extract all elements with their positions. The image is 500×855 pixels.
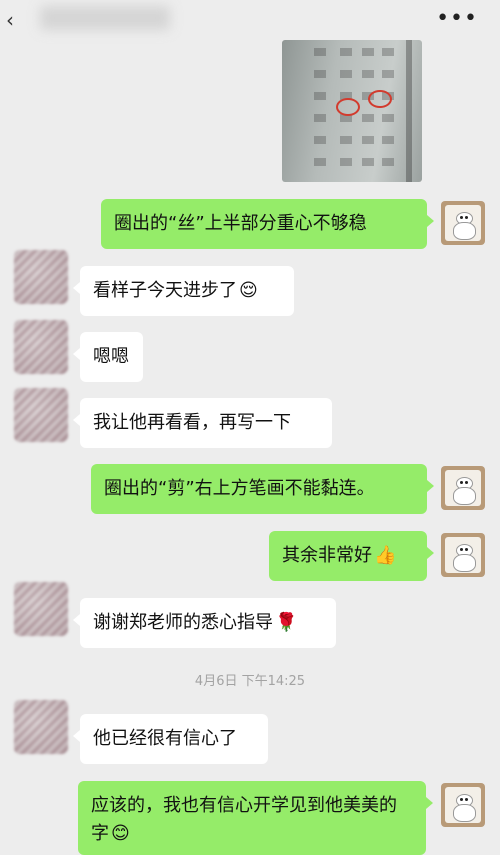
my-avatar[interactable] bbox=[441, 201, 485, 245]
rose-emoji: 🌹 bbox=[275, 612, 298, 633]
message-text: 圈出的“剪”右上方笔画不能黏连。 bbox=[104, 478, 375, 499]
message-text: 圈出的“丝”上半部分重心不够稳 bbox=[114, 213, 367, 234]
my-avatar[interactable] bbox=[441, 783, 485, 827]
message-bubble-received[interactable]: 他已经很有信心了 bbox=[73, 714, 268, 764]
relieved-face-emoji: 😌 bbox=[239, 280, 258, 301]
back-icon[interactable]: ‹ bbox=[6, 8, 14, 32]
message-text: 嗯嗯 bbox=[93, 346, 129, 367]
message-bubble-received[interactable]: 我让他再看看，再写一下 bbox=[73, 398, 332, 448]
contact-avatar[interactable] bbox=[14, 320, 68, 374]
my-avatar[interactable] bbox=[441, 466, 485, 510]
contact-avatar[interactable] bbox=[14, 388, 68, 442]
message-text: 他已经很有信心了 bbox=[93, 728, 237, 749]
message-bubble-received[interactable]: 嗯嗯 bbox=[73, 332, 143, 382]
red-circle-mark bbox=[368, 90, 392, 108]
contact-avatar[interactable] bbox=[14, 250, 68, 304]
message-bubble-sent[interactable]: 应该的，我也有信心开学见到他美美的字 😊 bbox=[78, 781, 433, 855]
message-text: 看样子今天进步了 bbox=[93, 280, 237, 301]
message-text: 谢谢郑老师的悉心指导 bbox=[93, 612, 273, 633]
contact-avatar[interactable] bbox=[14, 700, 68, 754]
red-circle-mark bbox=[336, 98, 360, 116]
image-message[interactable] bbox=[282, 40, 422, 182]
contact-avatar[interactable] bbox=[14, 582, 68, 636]
message-bubble-sent[interactable]: 圈出的“剪”右上方笔画不能黏连。 bbox=[91, 464, 434, 514]
chat-header: ‹ ••• bbox=[0, 0, 500, 38]
message-text: 其余非常好 bbox=[282, 545, 372, 566]
message-timestamp: 4月6日 下午14:25 bbox=[194, 674, 306, 689]
message-bubble-received[interactable]: 谢谢郑老师的悉心指导 🌹 bbox=[73, 598, 336, 648]
message-text: 我让他再看看，再写一下 bbox=[93, 412, 291, 433]
message-bubble-sent[interactable]: 圈出的“丝”上半部分重心不够稳 bbox=[101, 199, 434, 249]
message-text: 应该的，我也有信心开学见到他美美的字 bbox=[91, 795, 397, 844]
chat-title-blurred bbox=[40, 6, 170, 30]
thumbs-up-emoji: 👍 bbox=[374, 545, 397, 566]
my-avatar[interactable] bbox=[441, 533, 485, 577]
message-bubble-sent[interactable]: 其余非常好 👍 bbox=[269, 531, 434, 581]
more-icon[interactable]: ••• bbox=[436, 6, 478, 31]
smiling-face-emoji: 😊 bbox=[111, 823, 130, 844]
message-bubble-received[interactable]: 看样子今天进步了 😌 bbox=[73, 266, 294, 316]
